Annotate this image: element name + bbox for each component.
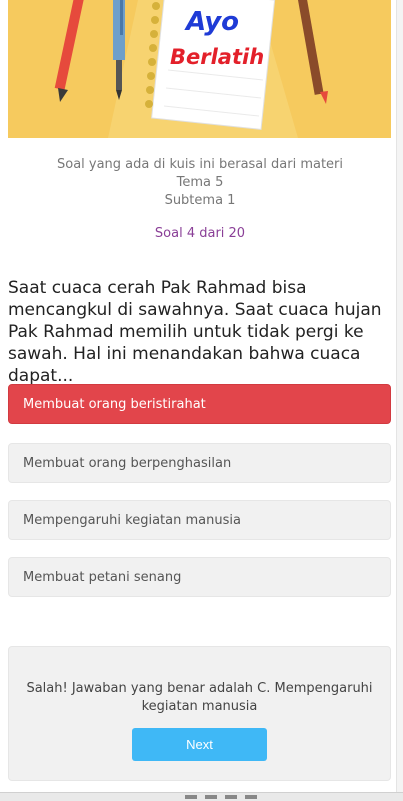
pencil-icon	[297, 0, 328, 104]
quiz-intro: Soal yang ada di kuis ini berasal dari m…	[0, 156, 400, 210]
question-text: Saat cuaca cerah Pak Rahmad bisa mencang…	[8, 278, 382, 386]
toolbar-handle-icon[interactable]	[225, 795, 237, 799]
option-label: Membuat orang berpenghasilan	[23, 455, 232, 471]
intro-text: Soal yang ada di kuis ini berasal dari m…	[56, 157, 344, 172]
banner-title-2: Berlatih	[170, 45, 264, 69]
pencil-icon	[54, 0, 86, 102]
banner-illustration: Ayo Berlatih	[8, 0, 391, 138]
option-label: Membuat orang beristirahat	[23, 396, 206, 412]
option-label: Mempengaruhi kegiatan manusia	[23, 512, 241, 528]
option-c[interactable]: Mempengaruhi kegiatan manusia	[8, 500, 391, 540]
option-d[interactable]: Membuat petani senang	[8, 557, 391, 597]
feedback-message: Salah! Jawaban yang benar adalah C. Memp…	[26, 681, 373, 714]
toolbar-handle-icon[interactable]	[185, 795, 197, 799]
intro-subtheme: Subtema 1	[164, 193, 236, 208]
toolbar-handle-icon[interactable]	[245, 795, 257, 799]
toolbar-handle-icon[interactable]	[205, 795, 217, 799]
option-b[interactable]: Membuat orang berpenghasilan	[8, 443, 391, 483]
banner-svg: Ayo Berlatih	[54, 0, 328, 138]
feedback-panel: Salah! Jawaban yang benar adalah C. Memp…	[8, 646, 391, 781]
banner-title-1: Ayo	[184, 7, 239, 37]
question-counter: Soal 4 dari 20	[154, 226, 246, 241]
intro-theme: Tema 5	[176, 175, 224, 190]
option-label: Membuat petani senang	[23, 569, 182, 585]
scrollbar[interactable]	[396, 0, 403, 800]
next-button[interactable]: Next	[132, 728, 267, 761]
option-a[interactable]: Membuat orang beristirahat	[8, 384, 391, 424]
